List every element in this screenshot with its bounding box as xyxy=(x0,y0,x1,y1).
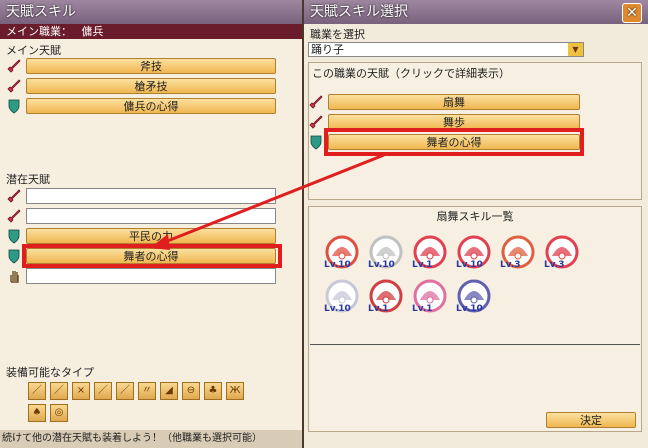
highlight-box-job-talent xyxy=(324,128,584,156)
sword-icon xyxy=(7,59,21,73)
sword-icon xyxy=(309,95,323,109)
cross-blade-type-icon: × xyxy=(72,382,90,400)
close-icon[interactable]: ✕ xyxy=(622,3,642,23)
latent-slot-2[interactable] xyxy=(26,208,276,224)
skill-level-label: Lv.1 xyxy=(368,304,389,314)
footer-hint: 続けて他の潜在天賦も装着しよう！（他職業も選択可能） xyxy=(0,430,302,448)
twin-blade-type-icon: 〃 xyxy=(138,382,156,400)
latent-talent-label: 潜在天賦 xyxy=(6,173,50,186)
skill-icon[interactable]: Lv.10 xyxy=(456,234,492,270)
skill-level-label: Lv.10 xyxy=(368,260,395,270)
skill-level-label: Lv.10 xyxy=(324,260,351,270)
equip-type-label: 装備可能なタイプ xyxy=(6,366,94,379)
shield-type-icon: ◎ xyxy=(50,404,68,422)
chevron-down-icon[interactable]: ▼ xyxy=(568,43,583,56)
spear-type-icon: ／ xyxy=(94,382,112,400)
main-job-value: 傭兵 xyxy=(81,25,104,38)
shield-icon xyxy=(8,249,20,264)
main-talent-2[interactable]: 槍矛技 xyxy=(26,78,276,94)
highlight-box-latent xyxy=(22,244,282,268)
main-talent-label: メイン天賦 xyxy=(6,44,61,57)
talent-select-window: 天賦スキル選択 ✕ 職業を選択 踊り子 ▼ この職業の天賦（クリックで詳細表示）… xyxy=(304,0,648,448)
shield-icon xyxy=(8,99,20,114)
job-talent-label: この職業の天賦（クリックで詳細表示） xyxy=(312,67,510,80)
armor-type-icon: ♣ xyxy=(204,382,222,400)
window-title-text: 天賦スキル選択 xyxy=(310,4,408,20)
cloth-type-icon: ♠ xyxy=(28,404,46,422)
latent-slot-3[interactable]: 平民の力 xyxy=(26,228,276,244)
latent-slot-1[interactable] xyxy=(26,188,276,204)
skill-level-label: Lv.10 xyxy=(456,260,483,270)
fan-type-icon: ◢ xyxy=(160,382,178,400)
sword-icon xyxy=(7,189,21,203)
skill-level-label: Lv.1 xyxy=(412,260,433,270)
main-job-label: メイン職業： xyxy=(6,25,72,38)
skill-level-label: Lv.1 xyxy=(412,304,433,314)
skill-list-title: 扇舞スキル一覧 xyxy=(436,210,514,223)
skill-level-label: Lv.3 xyxy=(500,260,521,270)
skill-icon[interactable]: Lv.10 xyxy=(324,278,360,314)
skill-level-label: Lv.10 xyxy=(324,304,351,314)
skill-icon[interactable]: Lv.3 xyxy=(500,234,536,270)
window-title: 天賦スキル xyxy=(0,0,302,24)
window-title: 天賦スキル選択 ✕ xyxy=(304,0,648,24)
latent-slot-5[interactable] xyxy=(26,268,276,284)
skill-icon[interactable]: Lv.3 xyxy=(544,234,580,270)
shield-icon xyxy=(310,135,322,150)
job-talent-1[interactable]: 扇舞 xyxy=(328,94,580,110)
main-job-bar: メイン職業： 傭兵 xyxy=(0,24,302,39)
job-select-value: 踊り子 xyxy=(311,43,344,56)
shield-icon xyxy=(8,229,20,244)
skill-icon[interactable]: Lv.10 xyxy=(456,278,492,314)
confirm-button[interactable]: 決定 xyxy=(546,412,636,428)
sword-icon xyxy=(309,115,323,129)
dagger-type-icon: ／ xyxy=(28,382,46,400)
skill-level-label: Lv.3 xyxy=(544,260,565,270)
main-talent-1[interactable]: 斧技 xyxy=(26,58,276,74)
job-select-dropdown[interactable]: 踊り子 ▼ xyxy=(308,42,584,57)
skill-icon[interactable]: Lv.1 xyxy=(412,278,448,314)
sword-icon xyxy=(7,79,21,93)
skill-icon[interactable]: Lv.1 xyxy=(412,234,448,270)
helmet-type-icon: ⊖ xyxy=(182,382,200,400)
sword-type-icon: ／ xyxy=(50,382,68,400)
main-talent-3[interactable]: 傭兵の心得 xyxy=(26,98,276,114)
long-sword-type-icon: ／ xyxy=(116,382,134,400)
robe-type-icon: Ж xyxy=(226,382,244,400)
skill-icon[interactable]: Lv.10 xyxy=(368,234,404,270)
talent-skill-window: 天賦スキル メイン職業： 傭兵 メイン天賦 斧技 槍矛技 傭兵の心得 潜在天賦 … xyxy=(0,0,302,448)
job-select-label: 職業を選択 xyxy=(310,28,365,41)
sword-icon xyxy=(7,209,21,223)
skill-icon[interactable]: Lv.1 xyxy=(368,278,404,314)
skill-icon[interactable]: Lv.10 xyxy=(324,234,360,270)
skill-level-label: Lv.10 xyxy=(456,304,483,314)
hand-icon xyxy=(10,271,19,283)
skill-list-divider xyxy=(310,344,640,345)
